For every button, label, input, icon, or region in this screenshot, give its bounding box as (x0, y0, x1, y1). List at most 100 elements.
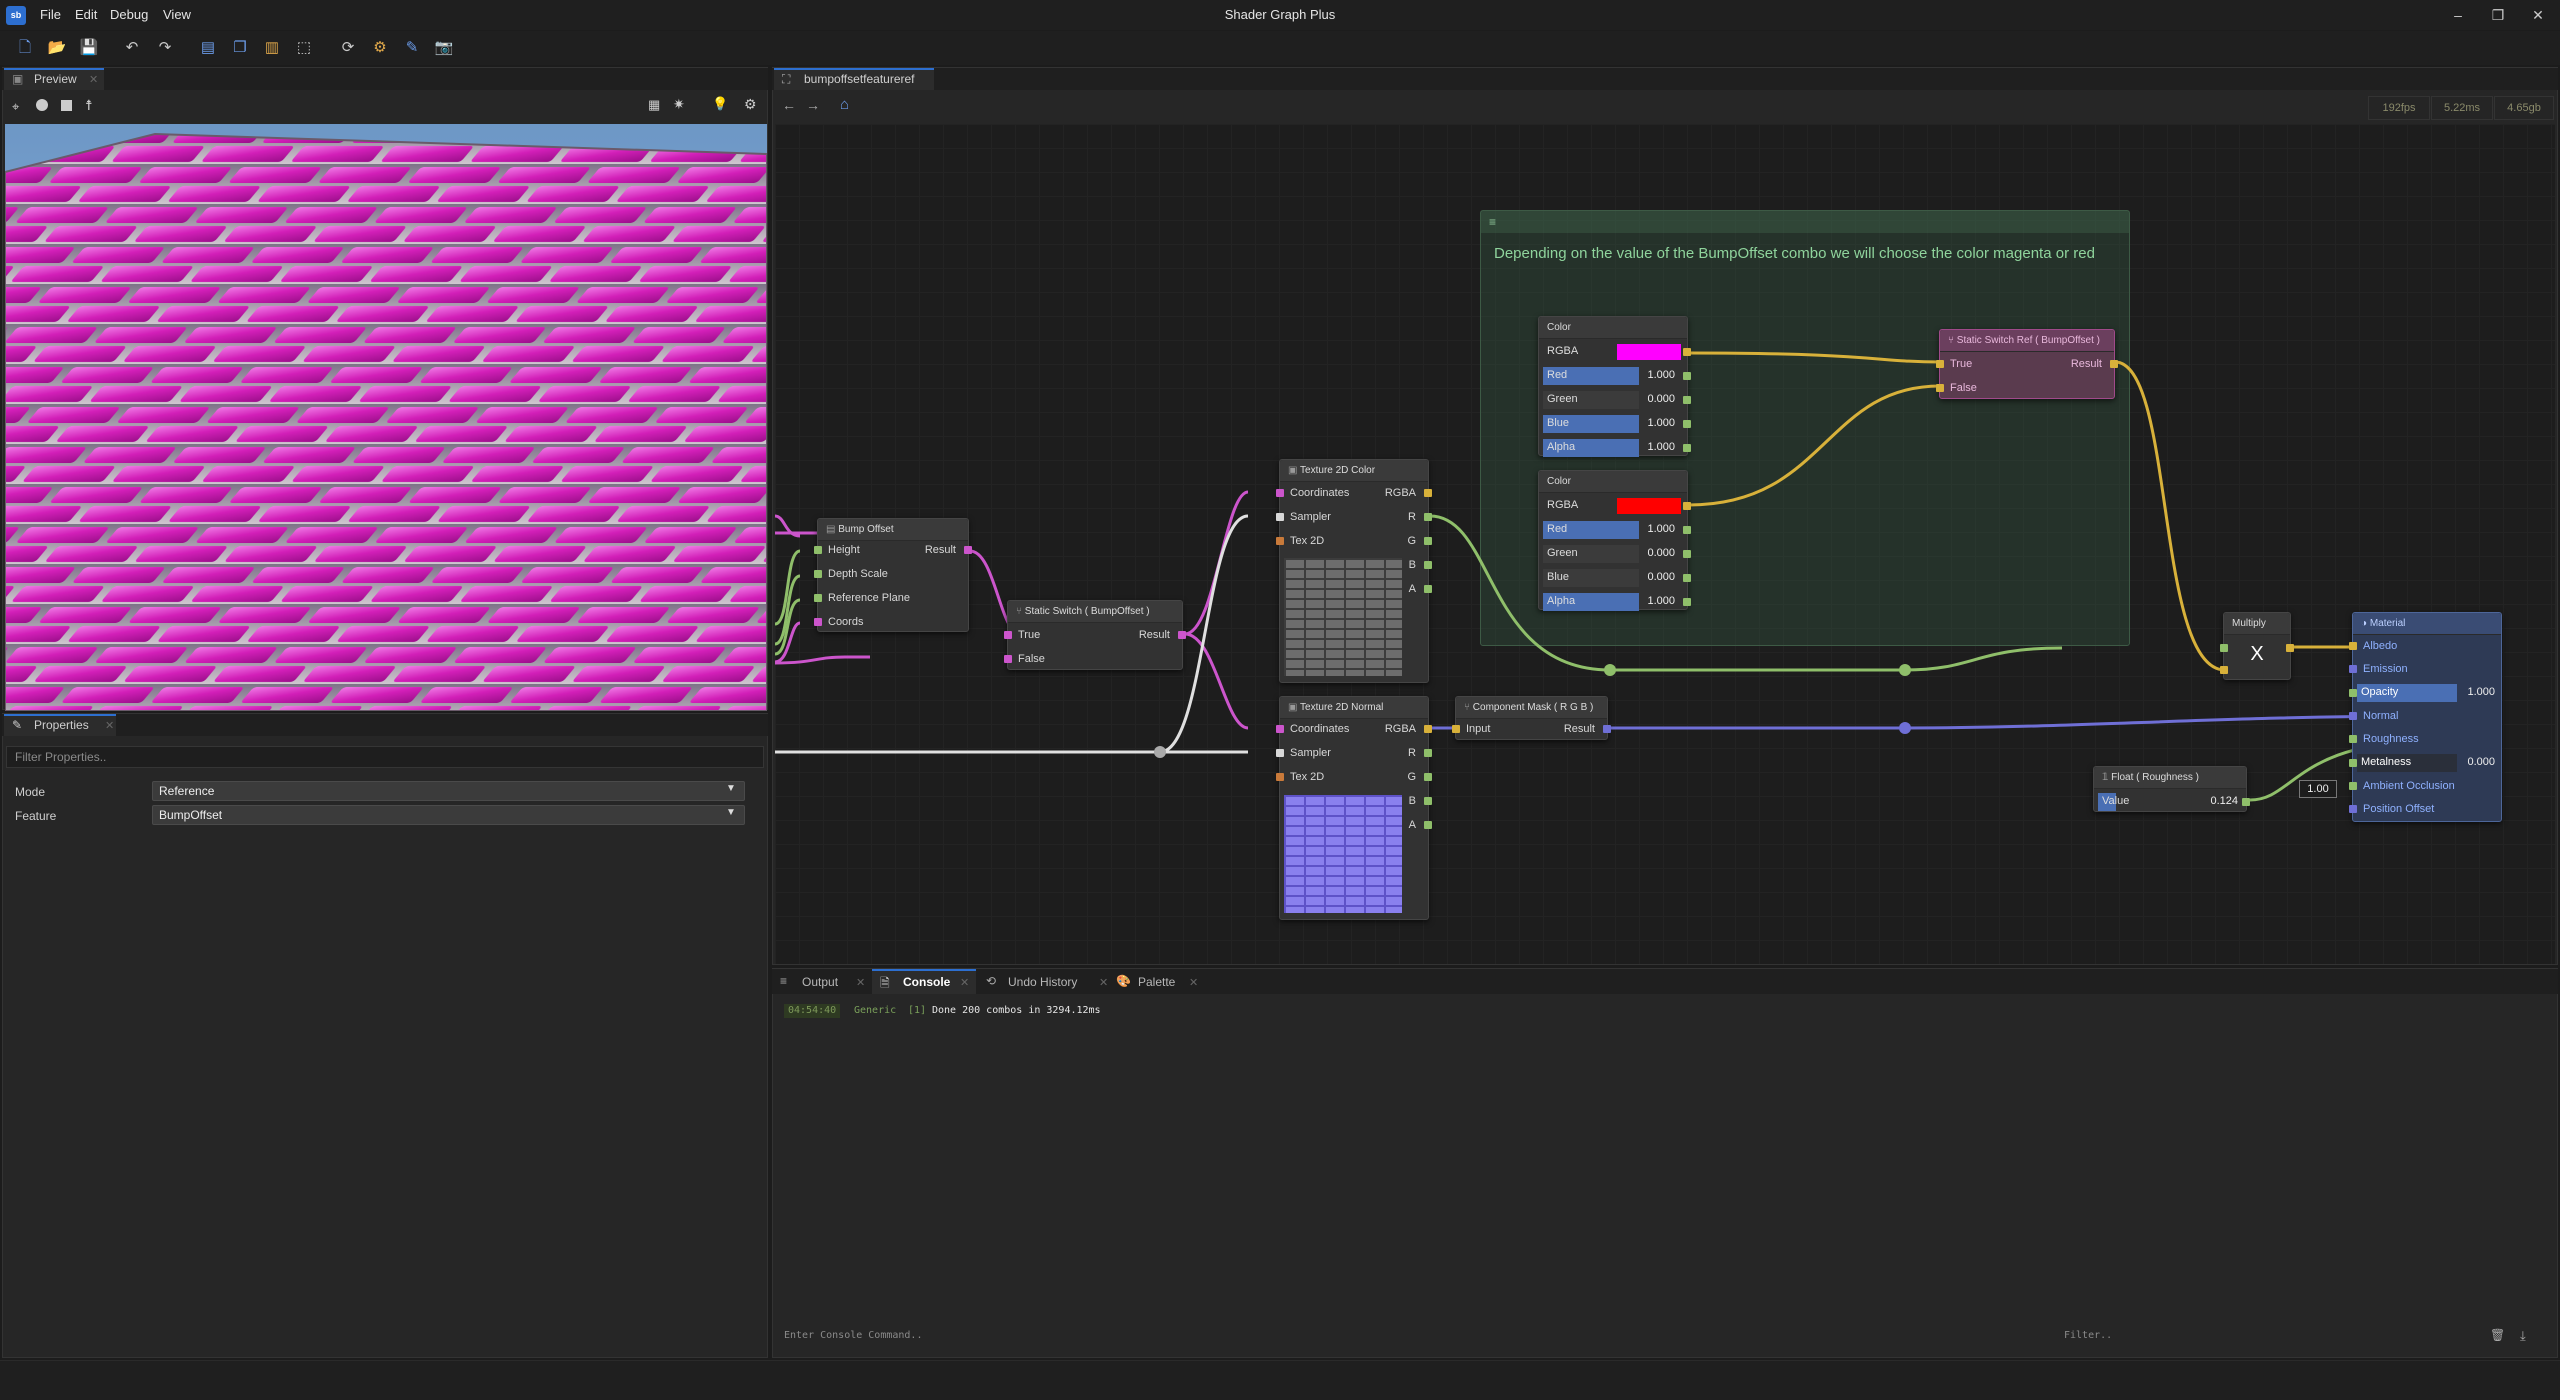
input-port[interactable] (1276, 513, 1284, 521)
tab-palette[interactable]: Palette (1138, 975, 1175, 989)
output-port[interactable] (1683, 526, 1691, 534)
color-magenta-node[interactable]: Color RGBA Red 1.000 Green 0.000 Blue 1.000… (1538, 316, 1691, 457)
input-port[interactable] (1276, 725, 1284, 733)
sphere-preview-icon[interactable] (36, 99, 48, 111)
back-arrow-icon[interactable]: ← (782, 97, 796, 113)
menu-edit[interactable]: Edit (75, 7, 97, 22)
output-port[interactable] (1683, 574, 1691, 582)
graph-canvas[interactable]: ≡ Depending on the value of the BumpOffs… (775, 124, 2555, 964)
minimize-button[interactable]: – (2448, 5, 2468, 25)
input-port[interactable] (2220, 666, 2228, 674)
output-port[interactable] (1424, 773, 1432, 781)
output-port[interactable] (1424, 749, 1432, 757)
multiply-node[interactable]: Multiply X (2220, 612, 2294, 680)
filter-properties-input[interactable]: Filter Properties.. (6, 746, 764, 768)
preview-settings-gear-icon[interactable]: ⚙ (744, 96, 757, 113)
output-port[interactable] (2242, 798, 2250, 806)
close-tab-icon[interactable]: ✕ (1099, 976, 1108, 989)
console-command-input[interactable]: Enter Console Command.. (784, 1330, 2034, 1348)
input-port[interactable] (2349, 759, 2357, 767)
input-port[interactable] (814, 570, 822, 578)
alpha-field[interactable]: Alpha 1.000 (1543, 439, 1679, 457)
close-tab-icon[interactable]: ✕ (89, 73, 98, 86)
save-icon[interactable]: 💾 (79, 38, 99, 58)
screenshot-camera-icon[interactable]: 📷 (434, 38, 454, 58)
input-port[interactable] (1276, 537, 1284, 545)
console-filter-input[interactable]: Filter.. (2064, 1330, 2464, 1348)
rgba-row[interactable]: RGBA (1543, 497, 1681, 515)
input-port[interactable] (2349, 689, 2357, 697)
close-tab-icon[interactable]: ✕ (960, 976, 969, 989)
close-tab-icon[interactable]: ✕ (105, 719, 114, 732)
output-port[interactable] (1683, 348, 1691, 356)
output-port[interactable] (1683, 420, 1691, 428)
feature-dropdown[interactable]: BumpOffset (152, 805, 745, 825)
open-folder-icon[interactable]: 📂 (47, 38, 67, 58)
bump-offset-node[interactable]: ▤ Bump Offset Height Depth Scale Referen… (814, 518, 972, 632)
home-icon[interactable]: ⌂ (840, 96, 849, 113)
background-icon[interactable]: ▦ (648, 97, 660, 113)
model-preview-icon[interactable]: ☨ (85, 97, 93, 114)
fit-view-icon[interactable]: ⌖ (12, 99, 19, 115)
edit-document-icon[interactable]: ✎ (402, 38, 422, 58)
static-switch-node[interactable]: ⑂ Static Switch ( BumpOffset ) True Fals… (1004, 600, 1186, 670)
new-file-icon[interactable]: 🗋 (15, 38, 35, 58)
output-port[interactable] (1424, 513, 1432, 521)
output-port[interactable] (1683, 502, 1691, 510)
output-port[interactable] (1424, 561, 1432, 569)
clear-trash-icon[interactable]: 🗑 (2490, 1328, 2505, 1342)
input-port[interactable] (2349, 805, 2357, 813)
opacity-field[interactable]: Opacity 1.000 (2357, 684, 2499, 702)
wire-reroute-knot[interactable] (1604, 664, 1616, 676)
red-field[interactable]: Red 1.000 (1543, 521, 1679, 539)
light-bulb-icon[interactable]: 💡 (712, 96, 728, 112)
output-port[interactable] (1603, 725, 1611, 733)
wire-reroute-knot[interactable] (1899, 722, 1911, 734)
output-port[interactable] (964, 546, 972, 554)
select-all-icon[interactable]: ⬚ (294, 38, 314, 58)
output-port[interactable] (1683, 396, 1691, 404)
tab-output[interactable]: Output (802, 975, 838, 989)
download-icon[interactable]: ⤓ (2520, 1328, 2526, 1344)
output-port[interactable] (1424, 489, 1432, 497)
output-port[interactable] (2286, 644, 2294, 652)
wire-reroute-knot[interactable] (1154, 746, 1166, 758)
float-roughness-node[interactable]: 𝟙 Float ( Roughness ) Value 0.124 (2093, 766, 2250, 812)
alpha-field[interactable]: Alpha 1.000 (1543, 593, 1679, 611)
input-port[interactable] (1452, 725, 1460, 733)
input-port[interactable] (1936, 384, 1944, 392)
close-tab-icon[interactable]: ✕ (1189, 976, 1198, 989)
input-port[interactable] (1276, 489, 1284, 497)
menu-view[interactable]: View (163, 7, 191, 22)
sun-light-icon[interactable]: ✷ (673, 96, 685, 113)
output-port[interactable] (1683, 372, 1691, 380)
red-field[interactable]: Red 1.000 (1543, 367, 1679, 385)
metalness-field[interactable]: Metalness 0.000 (2357, 754, 2499, 772)
menu-debug[interactable]: Debug (110, 7, 148, 22)
close-tab-icon[interactable]: ✕ (856, 976, 865, 989)
input-port[interactable] (2349, 665, 2357, 673)
preview-viewport[interactable] (5, 124, 767, 711)
plane-preview-icon[interactable] (61, 100, 72, 111)
input-port[interactable] (2220, 644, 2228, 652)
output-port[interactable] (1424, 797, 1432, 805)
undo-icon[interactable]: ↶ (122, 38, 142, 58)
inline-value-input[interactable]: 1.00 (2299, 780, 2337, 798)
output-port[interactable] (1424, 821, 1432, 829)
input-port[interactable] (1004, 655, 1012, 663)
input-port[interactable] (2349, 782, 2357, 790)
green-field[interactable]: Green 0.000 (1543, 391, 1679, 409)
input-port[interactable] (1276, 749, 1284, 757)
input-port[interactable] (2349, 735, 2357, 743)
refresh-icon[interactable]: ⟳ (338, 38, 358, 58)
output-port[interactable] (1178, 631, 1186, 639)
color-red-node[interactable]: Color RGBA Red 1.000 Green 0.000 Blue 0.000… (1538, 470, 1691, 611)
component-mask-node[interactable]: ⑂ Component Mask ( R G B ) Input Result (1452, 696, 1611, 740)
input-port[interactable] (1004, 631, 1012, 639)
texture-2d-color-node[interactable]: ▣ Texture 2D Color Coordinates Sampler T… (1276, 459, 1432, 683)
copy-icon[interactable]: ❐ (230, 38, 250, 58)
paste-icon[interactable]: ▥ (262, 38, 282, 58)
tab-undo-history[interactable]: Undo History (1008, 975, 1077, 989)
mode-dropdown[interactable]: Reference (152, 781, 745, 801)
texture-2d-normal-node[interactable]: ▣ Texture 2D Normal Coordinates Sampler … (1276, 696, 1432, 920)
